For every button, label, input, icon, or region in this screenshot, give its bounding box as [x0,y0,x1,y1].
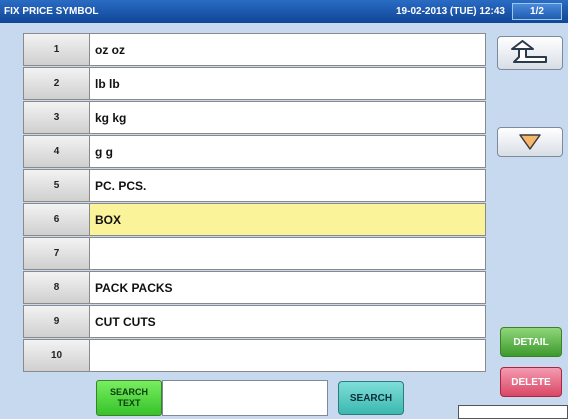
date-time: 19-02-2013 (TUE) 12:43 [396,6,505,17]
row-number: 2 [24,68,90,99]
page-indicator: 1/2 [512,3,562,20]
row-symbol: g g [95,144,113,159]
row-symbol: PACK PACKS [95,280,173,295]
list-row-3[interactable]: 3 kg kg [23,101,486,134]
delete-button[interactable]: DELETE [500,367,562,397]
search-label-line1: SEARCH [109,387,148,397]
search-input[interactable] [162,380,328,416]
screen-title: FIX PRICE SYMBOL [4,6,99,17]
list-row-5[interactable]: 5 PC. PCS. [23,169,486,202]
row-number: 8 [24,272,90,303]
back-button[interactable] [497,36,563,70]
row-number: 5 [24,170,90,201]
row-number: 6 [24,204,90,235]
list-row-1[interactable]: 1 oz oz [23,33,486,66]
status-box [458,405,568,419]
row-number: 3 [24,102,90,133]
list-row-7[interactable]: 7 [23,237,486,270]
row-symbol: BOX [90,204,485,235]
row-number: 7 [24,238,90,269]
list-row-2[interactable]: 2 lb lb [23,67,486,100]
row-symbol: PC. PCS. [95,178,147,193]
row-number: 4 [24,136,90,167]
return-arrow-icon [511,40,547,63]
row-symbol: oz oz [95,42,125,57]
list-row-10[interactable]: 10 [23,339,486,372]
row-symbol [90,340,485,371]
search-button[interactable]: SEARCH [338,381,404,415]
list-row-6[interactable]: 6 BOX [23,203,486,236]
list-row-4[interactable]: 4 g g [23,135,486,168]
detail-button[interactable]: DETAIL [500,327,562,357]
row-symbol [90,238,485,269]
row-number: 1 [24,34,90,65]
scroll-down-button[interactable] [497,127,563,157]
list-row-8[interactable]: 8 PACK PACKS [23,271,486,304]
row-number: 10 [24,340,90,371]
row-symbol: kg kg [95,110,127,125]
row-number: 9 [24,306,90,337]
search-text-label: SEARCH TEXT [96,380,162,416]
search-label-line2: TEXT [117,398,141,408]
row-symbol: lb lb [95,76,120,91]
list-row-9[interactable]: 9 CUT CUTS [23,305,486,338]
title-bar: FIX PRICE SYMBOL 19-02-2013 (TUE) 12:43 … [0,0,568,23]
triangle-down-icon [519,134,541,150]
row-symbol: CUT CUTS [95,314,156,329]
